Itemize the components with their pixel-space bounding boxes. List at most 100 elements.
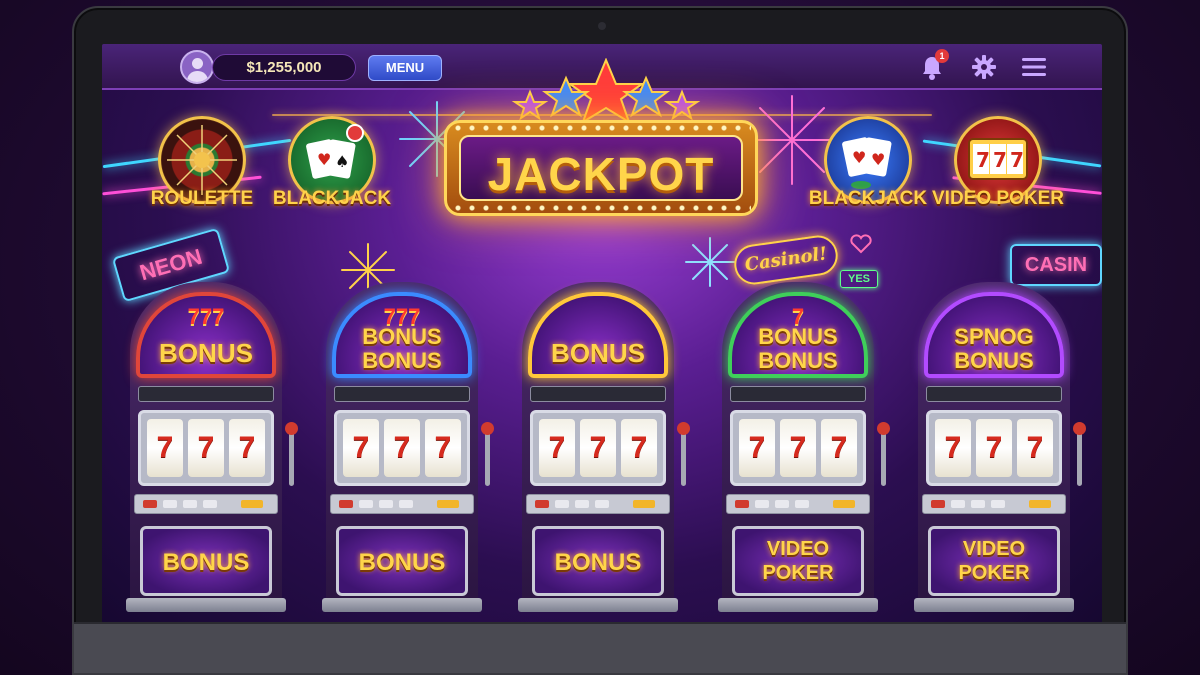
slot-lever[interactable] <box>677 422 690 486</box>
slot-line-button[interactable] <box>991 500 1005 508</box>
slot-line-button[interactable] <box>203 500 217 508</box>
slot-topper-number: 777 <box>187 304 225 329</box>
slot-reel: 7 <box>780 419 816 477</box>
marquee-lights <box>451 125 751 131</box>
svg-text:♠: ♠ <box>335 152 349 171</box>
slot-lower-label: BONUS <box>358 549 446 576</box>
slot-lower-panel: BONUS <box>140 526 272 596</box>
slot-line-button[interactable] <box>163 500 177 508</box>
slot-base <box>718 598 878 612</box>
slot-topper-label: BONUS <box>362 324 442 349</box>
slot-lower-panel: VIDEO POKER <box>928 526 1060 596</box>
slot-button-deck <box>922 494 1066 514</box>
laptop-frame: $1,255,000 MENU 1 JACKPOT ROULETTE ♥ ♠ B… <box>72 6 1128 675</box>
slot-bet-button[interactable] <box>143 500 157 508</box>
slot-lower-panel: BONUS <box>532 526 664 596</box>
slot-display-panel <box>530 386 666 402</box>
slot-reel: 7 <box>229 419 265 477</box>
slot-spin-button[interactable] <box>833 500 855 508</box>
webcam <box>598 22 606 30</box>
slot-topper-label: BONUS <box>551 338 645 368</box>
avatar-head <box>192 58 203 69</box>
jackpot-banner[interactable]: JACKPOT <box>444 120 758 216</box>
slot-topper-label-2: BONUS <box>954 348 1034 373</box>
laptop-chin <box>74 622 1126 673</box>
slot-base <box>322 598 482 612</box>
slot-reel: 7 <box>821 419 857 477</box>
slot-base <box>518 598 678 612</box>
slot-lever[interactable] <box>285 422 298 486</box>
jackpot-panel: JACKPOT <box>459 135 743 201</box>
slot-machine-4[interactable]: 7 BONUS BONUS 7 7 7 VIDEO POKER <box>716 282 890 612</box>
slot-lower-label-2: POKER <box>762 562 834 584</box>
slot-reel: 7 <box>976 419 1012 477</box>
slot-bet-button[interactable] <box>735 500 749 508</box>
avatar[interactable] <box>180 50 214 84</box>
slot-reel: 7 <box>384 419 420 477</box>
gear-icon[interactable] <box>972 55 996 79</box>
balance-display: $1,255,000 <box>212 54 356 81</box>
slot-display-panel <box>334 386 470 402</box>
slot-spin-button[interactable] <box>633 500 655 508</box>
slot-line-button[interactable] <box>755 500 769 508</box>
slot-reel: 7 <box>621 419 657 477</box>
slot-reel-window: 7 7 7 <box>334 410 470 486</box>
slot-spin-button[interactable] <box>241 500 263 508</box>
game-screen: $1,255,000 MENU 1 JACKPOT ROULETTE ♥ ♠ B… <box>102 44 1102 626</box>
game-tile-blackjack-2[interactable]: ♥ ♥ BLACKJACK <box>808 116 928 226</box>
slot-line-button[interactable] <box>183 500 197 508</box>
game-tile-roulette[interactable]: ROULETTE <box>142 116 262 226</box>
slot-button-deck <box>726 494 870 514</box>
notification-badge: 1 <box>935 49 949 63</box>
slot-display-panel <box>926 386 1062 402</box>
game-tile-blackjack[interactable]: ♥ ♠ BLACKJACK <box>272 116 392 226</box>
svg-text:♥: ♥ <box>317 150 331 169</box>
slot-line-button[interactable] <box>595 500 609 508</box>
slot-line-button[interactable] <box>379 500 393 508</box>
neon-sign-casin: CASIN <box>1010 244 1102 286</box>
slot-machine-1[interactable]: 777 BONUS 7 7 7 BONUS <box>124 282 298 612</box>
slot-button-deck <box>330 494 474 514</box>
slot-line-button[interactable] <box>555 500 569 508</box>
heart-icon <box>850 234 872 254</box>
slot-line-button[interactable] <box>359 500 373 508</box>
slot-line-button[interactable] <box>951 500 965 508</box>
slot-reel-window: 7 7 7 <box>138 410 274 486</box>
slot-button-deck <box>134 494 278 514</box>
slot-bet-button[interactable] <box>535 500 549 508</box>
slot-lever[interactable] <box>481 422 494 486</box>
slot-line-button[interactable] <box>399 500 413 508</box>
svg-text:7: 7 <box>1010 148 1024 172</box>
slot-lower-panel: VIDEO POKER <box>732 526 864 596</box>
slot-topper-label-2: BONUS <box>362 348 442 373</box>
slot-machine-5[interactable]: SPNOG BONUS 7 7 7 VIDEO POKER <box>912 282 1086 612</box>
avatar-body <box>187 71 208 82</box>
slot-lower-label: BONUS <box>554 549 642 576</box>
slot-bet-button[interactable] <box>931 500 945 508</box>
slot-bet-button[interactable] <box>339 500 353 508</box>
game-label-blackjack: BLACKJACK <box>272 188 392 209</box>
slot-lever[interactable] <box>877 422 890 486</box>
neon-sign-casino: Casinol! <box>731 232 841 288</box>
slot-machine-3[interactable]: BONUS 7 7 7 BONUS <box>516 282 690 612</box>
slot-display-panel <box>138 386 274 402</box>
slot-lower-label: BONUS <box>162 549 250 576</box>
slot-machine-2[interactable]: 777 BONUS BONUS 7 7 7 BONUS <box>320 282 494 612</box>
slot-topper-label: BONUS <box>159 338 253 368</box>
slot-reel: 7 <box>343 419 379 477</box>
slot-line-button[interactable] <box>795 500 809 508</box>
hamburger-menu-icon[interactable] <box>1022 57 1046 77</box>
menu-button[interactable]: MENU <box>368 55 442 81</box>
slot-button-deck <box>526 494 670 514</box>
slot-base <box>914 598 1074 612</box>
slot-spin-button[interactable] <box>437 500 459 508</box>
slot-line-button[interactable] <box>971 500 985 508</box>
slot-lower-label: VIDEO <box>962 538 1026 560</box>
game-tile-video-poker[interactable]: 7 7 7 VIDEO POKER <box>932 116 1064 226</box>
svg-text:♥: ♥ <box>871 150 885 169</box>
slot-spin-button[interactable] <box>1029 500 1051 508</box>
jackpot-title: JACKPOT <box>487 148 715 200</box>
slot-line-button[interactable] <box>575 500 589 508</box>
slot-line-button[interactable] <box>775 500 789 508</box>
slot-lever[interactable] <box>1073 422 1086 486</box>
